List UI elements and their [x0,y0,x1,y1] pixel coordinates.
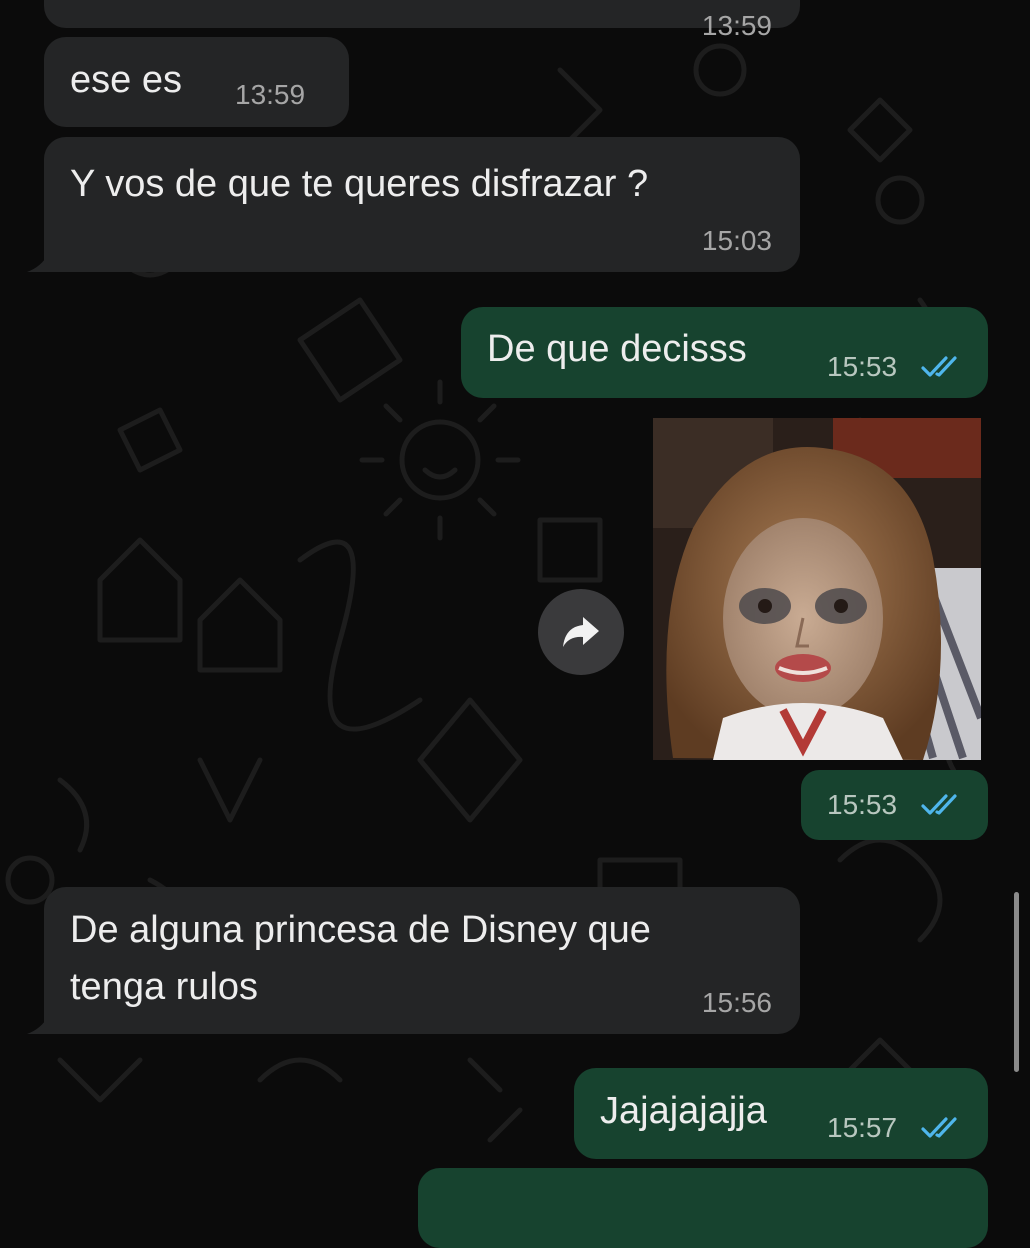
message-text: De que decisss [487,328,747,370]
message-text: Y vos de que te queres disfrazar ? [70,163,649,205]
message-text-line: De alguna princesa de Disney que [70,909,651,951]
double-check-icon [921,356,957,377]
message-time: 15:56 [701,987,772,1018]
shared-image[interactable] [653,418,981,760]
double-check-icon [921,794,957,815]
forward-arrow-icon [563,617,599,647]
child-costume-photo [653,418,981,760]
message-text: ese es [70,59,182,101]
bubble-tail [27,1014,49,1034]
message-bubble-incoming[interactable]: Y vos de que te queres disfrazar ? 15:03 [44,137,800,272]
message-time: 15:53 [827,789,898,820]
message-bubble-incoming[interactable]: De alguna princesa de Disney que tenga r… [44,887,800,1034]
double-check-icon [921,1117,957,1138]
message-time: 15:03 [701,225,772,256]
message-bubble-outgoing[interactable]: Jajajajajja 15:57 [574,1068,988,1159]
message-time: 15:53 [827,351,898,382]
message-bubble-outgoing[interactable] [418,1168,988,1248]
forward-button[interactable] [538,589,624,675]
message-bubble-outgoing[interactable]: 15:53 [801,770,988,840]
message-text-line: tenga rulos [70,966,259,1008]
message-bubble-incoming[interactable]: ese es 13:59 [44,37,349,127]
message-time: 15:57 [827,1112,898,1143]
scrollbar[interactable] [1014,892,1019,1072]
message-text: Jajajajajja [600,1090,767,1132]
message-bubble-incoming[interactable]: 13:59 [44,0,800,41]
message-time: 13:59 [701,10,772,41]
message-bubble-outgoing[interactable]: De que decisss 15:53 [461,307,988,398]
message-time: 13:59 [235,79,306,110]
bubble-tail [27,252,49,272]
